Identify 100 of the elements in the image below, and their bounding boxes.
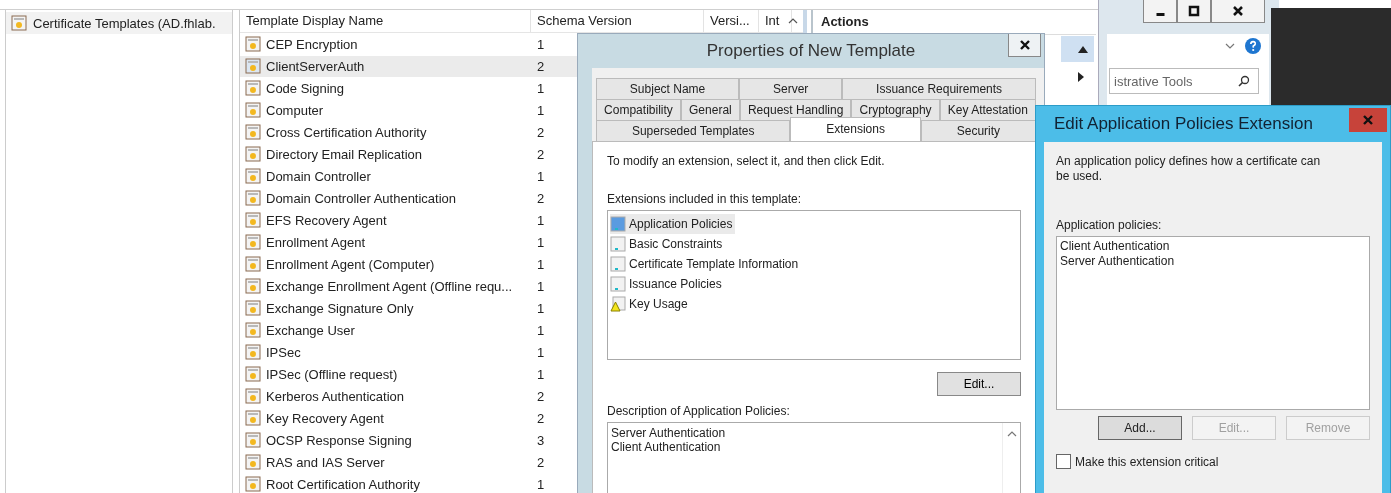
triangle-up-icon [1078, 46, 1088, 53]
document-icon [610, 276, 626, 292]
close-button[interactable] [1211, 0, 1265, 23]
field-label: Description of Application Policies: [607, 404, 791, 418]
minimize-button[interactable] [1143, 0, 1177, 23]
description-text: An application policy defines how a certificate can be used. [1056, 154, 1322, 184]
certificate-icon [245, 146, 261, 162]
warning-icon [610, 296, 626, 312]
table-cell: 2 [537, 388, 545, 404]
close-button[interactable] [1008, 34, 1041, 57]
table-cell: 1 [537, 102, 545, 118]
template-row[interactable]: CEP Encryption [240, 33, 532, 55]
edit-button[interactable]: Edit... [937, 372, 1021, 396]
template-row[interactable]: Root Certification Authority [240, 473, 532, 493]
table-cell: 1 [537, 36, 545, 52]
template-row[interactable]: Enrollment Agent [240, 231, 532, 253]
template-row[interactable]: Exchange User [240, 319, 532, 341]
table-cell: 1 [537, 344, 545, 360]
triangle-right-icon[interactable] [1078, 72, 1084, 82]
search-field[interactable]: istrative Tools [1109, 68, 1259, 94]
policy-item[interactable]: Client Authentication [1060, 239, 1366, 254]
extension-item[interactable]: Certificate Template Information [610, 254, 802, 274]
template-row[interactable]: Exchange Enrollment Agent (Offline requ... [240, 275, 532, 297]
minimize-icon [1155, 12, 1165, 16]
template-row[interactable]: Kerberos Authentication [240, 385, 532, 407]
extension-item[interactable]: Issuance Policies [610, 274, 725, 294]
template-row[interactable]: Cross Certification Authority [240, 121, 532, 143]
checkbox[interactable] [1056, 454, 1071, 469]
certificate-icon [245, 410, 261, 426]
tab[interactable]: Security [920, 120, 1036, 141]
template-row[interactable]: Domain Controller [240, 165, 532, 187]
tab[interactable]: Issuance Requirements [842, 78, 1036, 99]
instruction-text: To modify an extension, select it, and then click Edit. [607, 154, 886, 168]
table-cell: 2 [537, 410, 545, 426]
description-line: Client Authentication [611, 440, 722, 454]
description-line: Server Authentication [611, 426, 727, 440]
template-row[interactable]: Code Signing [240, 77, 532, 99]
table-cell: 1 [537, 322, 545, 338]
extension-item[interactable]: Application Policies [610, 214, 736, 234]
table-cell: 2 [537, 454, 545, 470]
document-icon [610, 256, 626, 272]
template-row[interactable]: RAS and IAS Server [240, 451, 532, 473]
document-icon [610, 216, 626, 232]
certificate-icon [245, 102, 261, 118]
template-row[interactable]: EFS Recovery Agent [240, 209, 532, 231]
table-cell: 1 [537, 300, 545, 316]
tab[interactable]: Extensions [790, 117, 921, 141]
chevron-up-icon[interactable] [788, 18, 798, 24]
template-row[interactable]: Exchange Signature Only [240, 297, 532, 319]
table-cell: 3 [537, 432, 545, 448]
template-row[interactable]: Directory Email Replication [240, 143, 532, 165]
certificate-icon [245, 432, 261, 448]
tab[interactable]: Server [739, 78, 843, 99]
column-header[interactable]: Schema Version [531, 10, 704, 32]
template-row[interactable]: IPSec (Offline request) [240, 363, 532, 385]
certificate-icon [245, 388, 261, 404]
column-header[interactable]: Versi... [704, 10, 759, 32]
certificate-icon [245, 256, 261, 272]
column-header[interactable]: Template Display Name [240, 10, 531, 32]
template-row[interactable]: Key Recovery Agent [240, 407, 532, 429]
certificate-icon [245, 124, 261, 140]
tab[interactable]: Compatibility [596, 99, 681, 120]
document-icon [610, 236, 626, 252]
table-cell: 1 [537, 278, 545, 294]
certificate-icon [245, 234, 261, 250]
certificate-icon [245, 212, 261, 228]
policy-item[interactable]: Server Authentication [1060, 254, 1366, 269]
table-cell: 2 [537, 58, 545, 74]
chevron-down-icon[interactable] [1225, 43, 1235, 49]
table-cell: 1 [537, 476, 545, 492]
maximize-button[interactable] [1177, 0, 1211, 23]
template-row[interactable]: Enrollment Agent (Computer) [240, 253, 532, 275]
close-icon [1362, 114, 1374, 126]
tab[interactable]: Superseded Templates [596, 120, 791, 141]
tab[interactable]: Subject Name [596, 78, 740, 99]
extension-item[interactable]: Key Usage [610, 294, 691, 314]
chevron-up-icon[interactable] [1006, 431, 1017, 437]
table-cell: 2 [537, 124, 545, 140]
extension-item[interactable]: Basic Constraints [610, 234, 726, 254]
template-row[interactable]: OCSP Response Signing [240, 429, 532, 451]
certificate-icon [245, 278, 261, 294]
tab[interactable]: General [680, 99, 740, 120]
checkbox-label: Make this extension critical [1075, 454, 1219, 469]
tab[interactable]: Key Attestation [939, 99, 1036, 120]
template-row[interactable]: Computer [240, 99, 532, 121]
table-cell: 2 [537, 146, 545, 162]
help-icon[interactable] [1245, 38, 1261, 54]
template-row[interactable]: Domain Controller Authentication [240, 187, 532, 209]
certificate-icon [245, 36, 261, 52]
action-group-bar[interactable] [1061, 36, 1094, 62]
field-label: Extensions included in this template: [607, 192, 803, 206]
tree-item[interactable]: Certificate Templates (AD.fhlab. [6, 12, 232, 34]
column-header[interactable]: Int [759, 10, 792, 32]
template-row[interactable]: IPSec [240, 341, 532, 363]
table-cell: 2 [537, 190, 545, 206]
certificate-icon [11, 15, 27, 31]
close-icon [1018, 39, 1031, 51]
table-cell: 1 [537, 80, 545, 96]
dialog-button[interactable]: Add... [1098, 416, 1182, 440]
certificate-icon [245, 168, 261, 184]
